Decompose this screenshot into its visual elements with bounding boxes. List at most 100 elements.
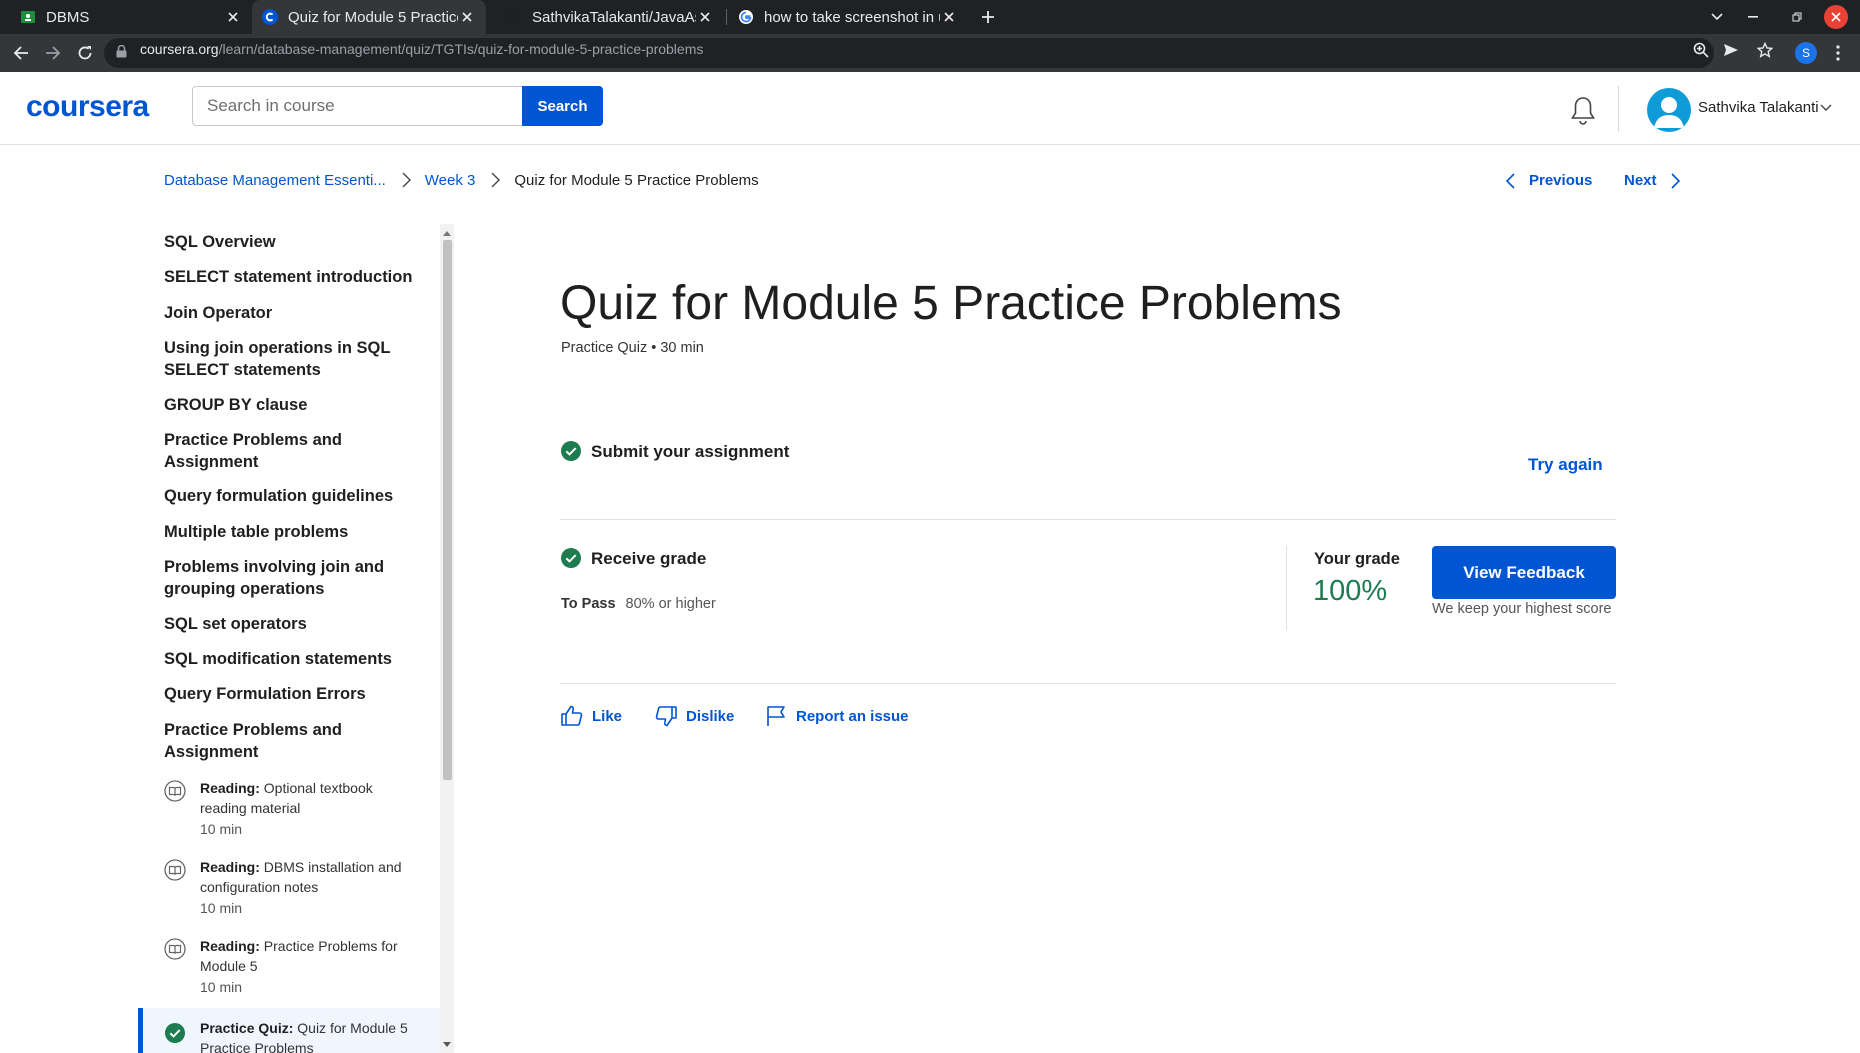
subitem-type: Practice Quiz:	[200, 1020, 294, 1036]
sidebar-item-practice-1[interactable]: Practice Problems and Assignment	[164, 429, 414, 473]
close-tab-icon[interactable]	[224, 8, 242, 26]
book-icon	[164, 859, 186, 881]
sidebar-item-group-by[interactable]: GROUP BY clause	[164, 394, 414, 416]
sidebar-item-query-guidelines[interactable]: Query formulation guidelines	[164, 485, 414, 507]
close-tab-icon[interactable]	[458, 8, 476, 26]
tab-search-chevron-icon[interactable]	[1704, 4, 1730, 30]
previous-label: Previous	[1529, 172, 1593, 189]
breadcrumb-week[interactable]: Week 3	[425, 172, 476, 189]
close-tab-icon[interactable]	[940, 8, 958, 26]
sidebar-subitem-reading-practice[interactable]: Reading: Practice Problems for Module 5 …	[164, 936, 444, 1014]
submit-assignment-label: Submit your assignment	[591, 442, 790, 461]
like-button[interactable]: Like	[560, 704, 622, 728]
browser-tab-strip: DBMS Quiz for Module 5 Practice Problems…	[0, 0, 1860, 34]
back-arrow-icon[interactable]	[10, 42, 32, 64]
sidebar-item-set-operators[interactable]: SQL set operators	[164, 613, 414, 635]
sidebar-scrollbar-thumb[interactable]	[443, 240, 452, 780]
browser-tab-google[interactable]: how to take screenshot in ubuntu	[728, 0, 968, 34]
restore-icon[interactable]	[1784, 4, 1810, 30]
scroll-up-icon[interactable]	[441, 227, 453, 239]
view-feedback-button[interactable]: View Feedback	[1432, 546, 1616, 599]
receive-grade-label: Receive grade	[591, 549, 707, 568]
send-icon[interactable]	[1722, 41, 1740, 59]
next-button[interactable]: Next	[1624, 172, 1680, 189]
thumbs-up-icon	[560, 704, 584, 728]
subitem-text: Practice Quiz: Quiz for Module 5 Practic…	[200, 1018, 415, 1053]
user-name[interactable]: Sathvika Talakanti	[1698, 99, 1819, 116]
scroll-down-icon[interactable]	[441, 1038, 453, 1050]
lock-icon	[116, 45, 127, 58]
search-input[interactable]	[192, 86, 522, 126]
browser-tab-github[interactable]: SathvikaTalakanti/JavaAssignment	[496, 0, 724, 34]
highest-score-note: We keep your highest score	[1432, 601, 1612, 617]
flag-icon	[764, 704, 788, 728]
sidebar-item-join-operator[interactable]: Join Operator	[164, 302, 414, 324]
thumbs-down-icon	[654, 704, 678, 728]
divider	[560, 683, 1616, 684]
zoom-icon[interactable]	[1692, 41, 1710, 59]
browser-menu-icon[interactable]	[1832, 43, 1844, 63]
bookmark-star-icon[interactable]	[1756, 41, 1774, 59]
check-circle-icon	[560, 547, 582, 569]
page-title: Quiz for Module 5 Practice Problems	[560, 277, 1342, 330]
browser-tab-quiz[interactable]: Quiz for Module 5 Practice Problems	[252, 0, 486, 34]
sidebar-subitem-reading-textbook[interactable]: Reading: Optional textbook reading mater…	[164, 778, 444, 856]
chevron-right-icon	[1670, 172, 1680, 189]
url-host: coursera.org	[140, 41, 219, 57]
to-pass-requirement: To Pass 80% or higher	[561, 596, 716, 612]
breadcrumb-course[interactable]: Database Management Essenti...	[164, 172, 386, 189]
search-button[interactable]: Search	[522, 86, 603, 126]
quiz-meta: Practice Quiz • 30 min	[561, 340, 704, 356]
chevron-left-icon	[1506, 172, 1515, 189]
url-text: coursera.org/learn/database-management/q…	[140, 41, 703, 57]
breadcrumb-current: Quiz for Module 5 Practice Problems	[514, 171, 759, 189]
try-again-link[interactable]: Try again	[1528, 455, 1603, 475]
subitem-duration: 10 min	[200, 979, 243, 995]
reload-icon[interactable]	[74, 42, 96, 64]
sidebar-item-join-grouping[interactable]: Problems involving join and grouping ope…	[164, 556, 414, 600]
forward-arrow-icon[interactable]	[42, 42, 64, 64]
sidebar-item-select-intro[interactable]: SELECT statement introduction	[164, 266, 414, 288]
minimize-icon[interactable]	[1740, 4, 1766, 30]
dislike-button[interactable]: Dislike	[654, 704, 734, 728]
subitem-text: Reading: Optional textbook reading mater…	[200, 778, 415, 818]
new-tab-icon[interactable]	[976, 5, 1000, 29]
sidebar-subitem-practice-quiz[interactable]: Practice Quiz: Quiz for Module 5 Practic…	[164, 1018, 444, 1053]
sidebar-subitem-reading-dbms[interactable]: Reading: DBMS installation and configura…	[164, 857, 444, 935]
browser-toolbar: coursera.org/learn/database-management/q…	[0, 34, 1860, 72]
sidebar-item-join-operations[interactable]: Using join operations in SQL SELECT stat…	[164, 337, 414, 381]
google-icon	[738, 9, 754, 25]
grade-divider	[1286, 546, 1287, 630]
tab-title: how to take screenshot in ubuntu	[764, 8, 940, 26]
your-grade-label: Your grade	[1314, 550, 1400, 568]
github-icon	[506, 9, 522, 25]
coursera-logo[interactable]: coursera	[26, 90, 149, 124]
book-icon	[164, 938, 186, 960]
chevron-down-icon[interactable]	[1820, 104, 1832, 112]
sidebar-item-sql-overview[interactable]: SQL Overview	[164, 231, 414, 253]
next-label: Next	[1624, 172, 1657, 189]
to-pass-label: To Pass	[561, 596, 616, 612]
browser-profile-avatar[interactable]: S	[1795, 42, 1817, 64]
browser-tab-dbms[interactable]: DBMS	[10, 0, 252, 34]
close-window-icon[interactable]	[1824, 5, 1848, 29]
previous-button[interactable]: Previous	[1506, 172, 1592, 189]
tab-title: Quiz for Module 5 Practice Problems	[288, 8, 458, 26]
subitem-type: Reading:	[200, 859, 260, 875]
subitem-duration: 10 min	[200, 821, 243, 837]
user-avatar[interactable]	[1647, 88, 1691, 132]
coursera-icon	[262, 9, 278, 25]
sidebar-item-multiple-table[interactable]: Multiple table problems	[164, 521, 414, 543]
sidebar-item-formulation-errors[interactable]: Query Formulation Errors	[164, 683, 414, 705]
tab-title: SathvikaTalakanti/JavaAssignment	[532, 8, 696, 26]
like-label: Like	[592, 707, 623, 725]
bell-icon[interactable]	[1568, 94, 1598, 128]
subitem-text: Reading: DBMS installation and configura…	[200, 857, 415, 897]
sidebar-item-modification[interactable]: SQL modification statements	[164, 648, 414, 670]
report-issue-button[interactable]: Report an issue	[764, 704, 909, 728]
course-outline-sidebar: SQL Overview SELECT statement introducti…	[138, 222, 454, 1053]
close-tab-icon[interactable]	[696, 8, 714, 26]
sidebar-item-practice-2[interactable]: Practice Problems and Assignment	[164, 719, 414, 763]
tab-title: DBMS	[46, 8, 90, 26]
book-icon	[164, 780, 186, 802]
